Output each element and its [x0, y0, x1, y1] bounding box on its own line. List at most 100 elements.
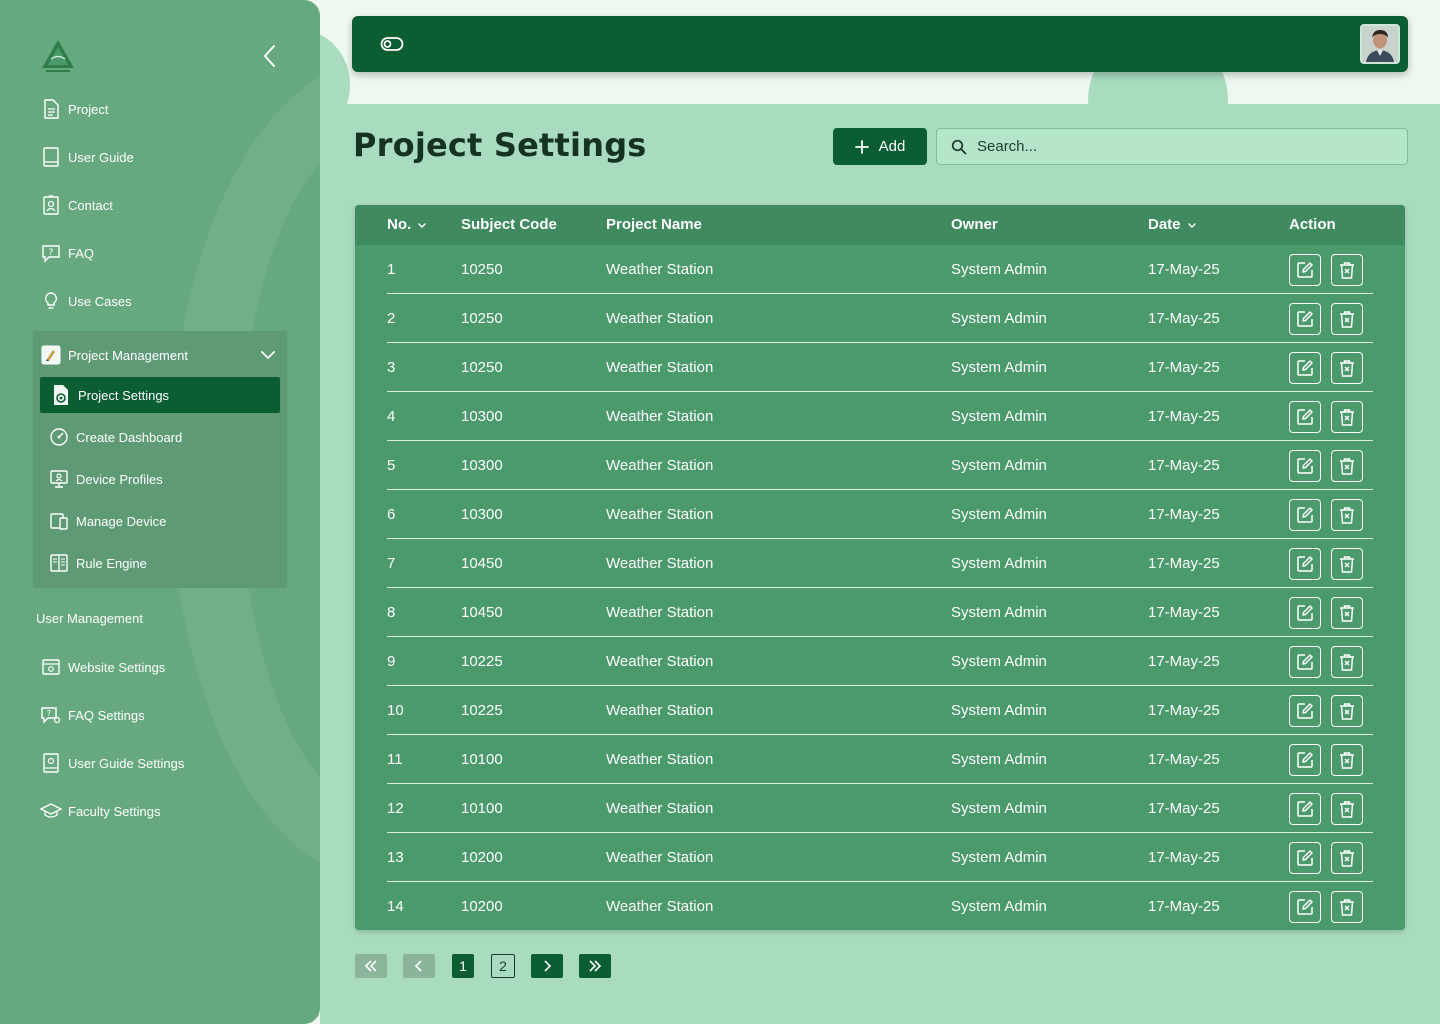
cell-owner: System Admin: [951, 898, 1047, 915]
table-row: 8 10450 Weather Station System Admin 17-May-…: [387, 588, 1373, 637]
cell-no: 6: [387, 506, 396, 523]
cell-project-name: Weather Station: [606, 702, 714, 719]
edit-button[interactable]: [1289, 842, 1321, 874]
edit-button[interactable]: [1289, 891, 1321, 923]
edit-button[interactable]: [1289, 254, 1321, 286]
delete-button[interactable]: [1331, 548, 1363, 580]
cell-date: 17-May-25: [1148, 702, 1220, 719]
sidebar-item-user-guide[interactable]: User Guide: [40, 143, 134, 171]
cell-project-name: Weather Station: [606, 457, 714, 474]
guide-gear-icon: [40, 752, 62, 774]
edit-button[interactable]: [1289, 793, 1321, 825]
chevron-down-icon: [260, 347, 276, 363]
sidebar-item-faq[interactable]: ? FAQ: [40, 239, 94, 267]
cell-date: 17-May-25: [1148, 849, 1220, 866]
edit-button[interactable]: [1289, 303, 1321, 335]
cell-project-name: Weather Station: [606, 555, 714, 572]
sidebar-item-faculty-settings[interactable]: Faculty Settings: [40, 797, 161, 825]
search-input[interactable]: [977, 138, 1397, 155]
delete-button[interactable]: [1331, 254, 1363, 286]
page-button-2[interactable]: 2: [491, 954, 515, 978]
search-box: [936, 128, 1408, 165]
column-header-date[interactable]: Date: [1148, 216, 1197, 233]
edit-button[interactable]: [1289, 450, 1321, 482]
cell-date: 17-May-25: [1148, 359, 1220, 376]
devices-icon: [48, 510, 70, 532]
logo-icon: [40, 38, 76, 74]
cell-project-name: Weather Station: [606, 849, 714, 866]
edit-button[interactable]: [1289, 401, 1321, 433]
sidebar-item-create-dashboard[interactable]: Create Dashboard: [48, 423, 182, 451]
trash-icon: [1338, 897, 1356, 917]
delete-button[interactable]: [1331, 842, 1363, 874]
edit-icon: [1295, 848, 1315, 868]
edit-button[interactable]: [1289, 744, 1321, 776]
double-chevron-left-icon: [363, 959, 379, 973]
delete-button[interactable]: [1331, 401, 1363, 433]
sidebar-item-manage-device[interactable]: Manage Device: [48, 507, 166, 535]
sidebar-item-rule-engine[interactable]: Rule Engine: [48, 549, 147, 577]
next-page-button[interactable]: [531, 954, 563, 978]
edit-button[interactable]: [1289, 597, 1321, 629]
column-header-subject-code: Subject Code: [461, 216, 557, 233]
plus-icon: [854, 139, 869, 154]
delete-button[interactable]: [1331, 646, 1363, 678]
sidebar-item-website-settings[interactable]: Website Settings: [40, 653, 165, 681]
sidebar-group-label: Project Management: [68, 347, 188, 363]
delete-button[interactable]: [1331, 695, 1363, 727]
cell-no: 13: [387, 849, 404, 866]
last-page-button[interactable]: [579, 954, 611, 978]
delete-button[interactable]: [1331, 450, 1363, 482]
prev-page-button[interactable]: [403, 954, 435, 978]
column-header-no[interactable]: No.: [387, 216, 427, 233]
edit-icon: [1295, 456, 1315, 476]
trash-icon: [1338, 309, 1356, 329]
sidebar-item-faq-settings[interactable]: ? FAQ Settings: [40, 701, 145, 729]
edit-button[interactable]: [1289, 695, 1321, 727]
projects-table: No. Subject Code Project Name Owner Date…: [355, 205, 1405, 930]
sidebar-item-contact[interactable]: Contact: [40, 191, 113, 219]
table-row: 6 10300 Weather Station System Admin 17-May-…: [387, 490, 1373, 539]
edit-button[interactable]: [1289, 352, 1321, 384]
table-row: 9 10225 Weather Station System Admin 17-May-…: [387, 637, 1373, 686]
delete-button[interactable]: [1331, 303, 1363, 335]
delete-button[interactable]: [1331, 352, 1363, 384]
user-avatar[interactable]: [1360, 24, 1400, 64]
table-row: 7 10450 Weather Station System Admin 17-May-…: [387, 539, 1373, 588]
document-icon: [40, 98, 62, 120]
delete-button[interactable]: [1331, 597, 1363, 629]
delete-button[interactable]: [1331, 744, 1363, 776]
edit-button[interactable]: [1289, 646, 1321, 678]
cell-no: 3: [387, 359, 396, 376]
delete-button[interactable]: [1331, 891, 1363, 923]
cell-no: 10: [387, 702, 404, 719]
delete-button[interactable]: [1331, 793, 1363, 825]
table-row: 3 10250 Weather Station System Admin 17-May-…: [387, 343, 1373, 392]
edit-icon: [1295, 603, 1315, 623]
cell-project-name: Weather Station: [606, 359, 714, 376]
cell-date: 17-May-25: [1148, 310, 1220, 327]
sidebar-item-project-settings[interactable]: Project Settings: [40, 377, 280, 413]
add-button-label: Add: [878, 138, 906, 155]
trash-icon: [1338, 260, 1356, 280]
edit-icon: [1295, 505, 1315, 525]
edit-button[interactable]: [1289, 499, 1321, 531]
cell-owner: System Admin: [951, 408, 1047, 425]
sidebar-item-use-cases[interactable]: Use Cases: [40, 287, 132, 315]
sidebar-item-label: Create Dashboard: [76, 429, 183, 445]
sidebar-item-user-guide-settings[interactable]: User Guide Settings: [40, 749, 184, 777]
sidebar-item-label: Manage Device: [76, 513, 167, 529]
first-page-button[interactable]: [355, 954, 387, 978]
page-button-1[interactable]: 1: [452, 954, 474, 978]
toggle-icon[interactable]: [380, 33, 404, 55]
delete-button[interactable]: [1331, 499, 1363, 531]
edit-button[interactable]: [1289, 548, 1321, 580]
cell-date: 17-May-25: [1148, 898, 1220, 915]
sidebar-item-project[interactable]: Project: [40, 95, 108, 123]
cell-subject-code: 10450: [461, 555, 503, 572]
sidebar-item-device-profiles[interactable]: Device Profiles: [48, 465, 163, 493]
collapse-sidebar-icon[interactable]: [258, 42, 282, 70]
add-button[interactable]: Add: [833, 128, 927, 165]
sidebar-group-project-management[interactable]: Project Management: [40, 341, 280, 369]
search-icon: [951, 139, 967, 155]
